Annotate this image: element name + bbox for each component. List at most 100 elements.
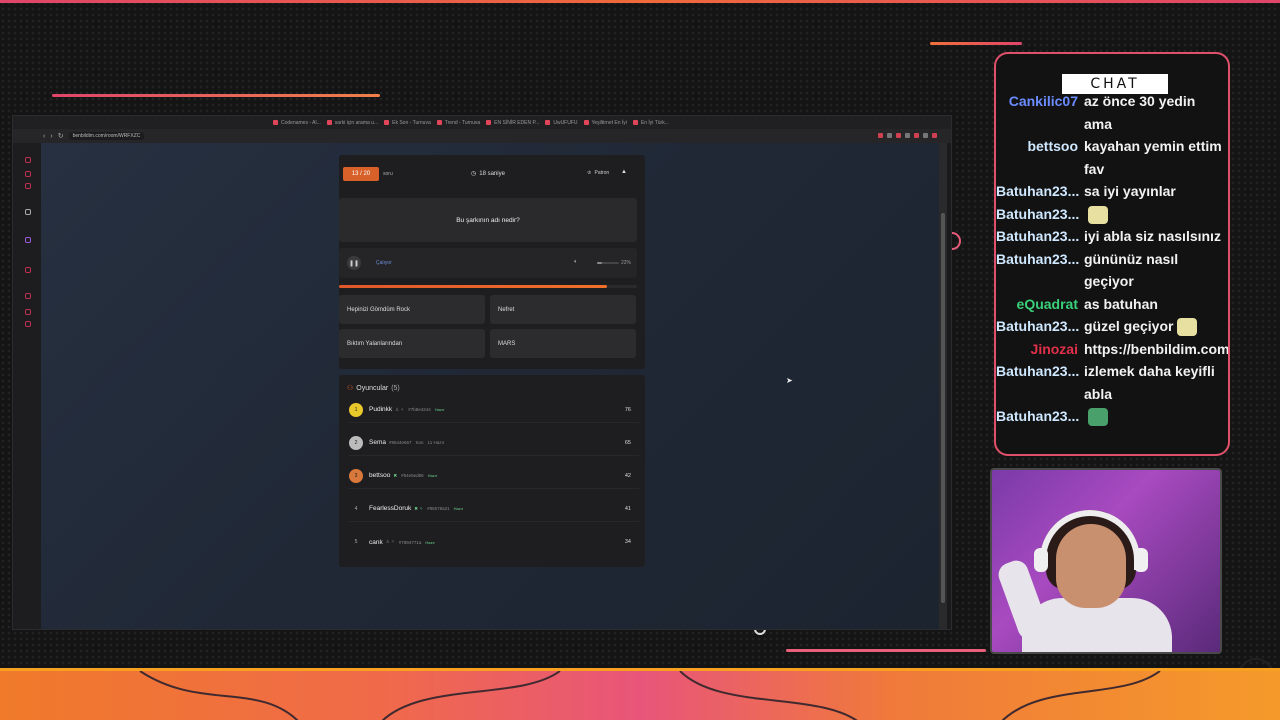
sidebar-icon[interactable] — [25, 171, 31, 177]
chat-username[interactable]: eQuadrat — [996, 293, 1084, 316]
sidebar-icon[interactable] — [25, 237, 31, 243]
chat-username[interactable]: Batuhan23... — [996, 248, 1084, 293]
extension-icon[interactable] — [896, 133, 901, 138]
scrollbar[interactable] — [939, 143, 947, 629]
chat-text-content: güzel geçiyor — [1084, 318, 1174, 334]
chat-username[interactable]: Batuhan23... — [996, 360, 1084, 405]
player-code: #86578a21 — [427, 506, 450, 511]
role-indicator: ♔ Patron — [587, 170, 610, 176]
player-score: 34 — [624, 539, 631, 545]
pause-icon[interactable]: ❚❚ — [347, 256, 361, 270]
url-field[interactable]: benbildim.com/room/WRFXZC — [68, 132, 145, 140]
forward-icon[interactable]: › — [50, 133, 52, 140]
verified-icon: ✖ — [393, 472, 398, 478]
volume-slider[interactable] — [597, 262, 619, 264]
browser-tab[interactable]: EN SİNİR EDEN P... — [486, 120, 539, 126]
tab-favicon-icon — [583, 120, 589, 125]
volume-icon[interactable]: 🔈︎ — [574, 259, 578, 266]
rank-badge: 1 — [349, 402, 363, 417]
question-text: Bu şarkının adı nedir? — [339, 198, 637, 242]
chat-text: as batuhan — [1084, 293, 1224, 316]
answer-option[interactable]: MARS — [490, 329, 636, 358]
rank-badge: 4 — [354, 505, 358, 512]
back-icon[interactable]: ‹ — [43, 133, 45, 140]
sidebar-icon[interactable] — [25, 321, 31, 327]
chat-panel: Cankilic07 az önce 30 yedin ama bettsoo kay… — [994, 52, 1230, 456]
player-extra: 11 Hazır — [427, 440, 445, 445]
sidebar-icon[interactable] — [25, 157, 31, 163]
tab-favicon-icon — [436, 120, 442, 125]
extension-icon[interactable] — [887, 133, 892, 138]
chat-text-content: az önce 30 yedin ama — [1084, 93, 1196, 132]
tab-favicon-icon — [486, 120, 492, 125]
extension-icon[interactable] — [914, 133, 919, 138]
tab-favicon-icon — [632, 120, 638, 125]
sidebar-icon[interactable] — [25, 209, 31, 215]
page-content: 13 / 20 soru ◷ 18 saniye ♔ Patron ▲ Bu ş… — [41, 143, 939, 629]
extension-icon[interactable] — [923, 133, 928, 138]
browser-tab[interactable]: En İyi Türk... — [632, 120, 669, 126]
chat-username[interactable]: Batuhan23... — [996, 405, 1084, 428]
tab-favicon-icon — [326, 120, 332, 125]
answer-option[interactable]: Nefret — [490, 295, 636, 324]
extension-icon[interactable] — [905, 133, 910, 138]
reload-icon[interactable]: ↻ — [58, 132, 64, 140]
extension-icons — [878, 133, 937, 138]
browser-tab[interactable]: Yeşiltirnet En İyi — [583, 120, 627, 126]
person-icon: ♙ ✧ — [395, 406, 405, 412]
scrollbar-thumb[interactable] — [941, 213, 945, 603]
chat-text: sa iyi yayınlar — [1084, 180, 1224, 203]
chat-text-content: gününüz nasıl geçiyor — [1084, 250, 1179, 290]
chat-username[interactable]: Jinozai — [996, 338, 1084, 361]
chat-message: Batuhan23... iyi abla siz nasılsınız — [996, 225, 1228, 248]
browser-tab[interactable]: Ek Son - Turnuva — [384, 120, 431, 126]
webcam-feed — [990, 468, 1222, 654]
player-score: 41 — [624, 505, 631, 512]
chat-text — [1084, 203, 1224, 226]
sidebar-icon[interactable] — [25, 267, 31, 273]
players-title: ⚇ Oyuncular (5) — [347, 384, 400, 393]
player-code: #7b8e4244 — [408, 407, 431, 412]
address-bar: ‹ › ↻ benbildim.com/room/WRFXZC — [13, 129, 951, 143]
player-status: Son — [415, 440, 424, 445]
chat-username[interactable]: bettsoo — [996, 135, 1084, 180]
chat-text: gününüz nasıl geçiyor — [1084, 248, 1224, 293]
chat-text-content: https://benbildim.com/room/WRFXZC — [1084, 340, 1230, 357]
answer-option[interactable]: Hepinizi Gömdüm Rock — [339, 295, 485, 324]
sidebar-icon[interactable] — [25, 309, 31, 315]
chat-username[interactable]: Batuhan23... — [996, 315, 1084, 338]
chat-message: Jinozaihttps://benbildim.com/room/WRFXZC — [996, 338, 1230, 361]
extension-icon[interactable] — [878, 133, 883, 138]
tab-favicon-icon — [545, 120, 551, 125]
player-code: #8644e667 — [388, 440, 412, 445]
player-code: #54e5ed86 — [401, 473, 424, 478]
decor-line-top-right — [930, 42, 1022, 45]
answer-option[interactable]: Bıktım Yalanlarından — [339, 329, 485, 358]
audio-player: ❚❚ Çalıyor 🔈︎ 22% — [339, 248, 637, 278]
chat-message: Batuhan23... — [996, 405, 1228, 428]
browser-tab[interactable]: UwUFUFU — [545, 120, 578, 126]
chat-username[interactable]: Batuhan23... — [996, 203, 1084, 226]
player-code: #7894771a — [398, 539, 422, 545]
browser-tab[interactable]: Codenames - Al... — [273, 120, 321, 126]
sidebar-icon[interactable] — [25, 293, 31, 299]
warning-icon[interactable]: ▲ — [621, 169, 627, 175]
sidebar-icon[interactable] — [25, 183, 31, 189]
chat-message: Cankilic07 az önce 30 yedin ama — [996, 90, 1228, 135]
extension-icon[interactable] — [932, 133, 937, 138]
chat-text-content: as batuhan — [1084, 295, 1158, 312]
rank-badge: 5 — [354, 539, 358, 545]
chat-message: Batuhan23... gününüz nasıl geçiyor — [996, 248, 1228, 293]
player-score: 65 — [624, 439, 631, 446]
browser-tab[interactable]: Trend - Turnuva — [436, 120, 480, 126]
chat-header: CHAT — [1062, 74, 1168, 94]
ready-badge: Hazır — [425, 539, 435, 545]
chat-username[interactable]: Batuhan23... — [996, 225, 1084, 248]
chat-username[interactable]: Cankilic07 — [996, 90, 1084, 135]
timer: ◷ 18 saniye — [471, 170, 505, 178]
browser-tab[interactable]: sarki için arama u... — [326, 120, 378, 126]
question-counter: 13 / 20 — [343, 167, 379, 181]
chat-message: Batuhan23... izlemek daha keyifli abla — [996, 360, 1228, 405]
player-row: 4 FearlessDoruk ✖ ✧ #86578a21 Hazır 41 — [349, 496, 639, 522]
chat-username[interactable]: Batuhan23... — [996, 180, 1084, 203]
